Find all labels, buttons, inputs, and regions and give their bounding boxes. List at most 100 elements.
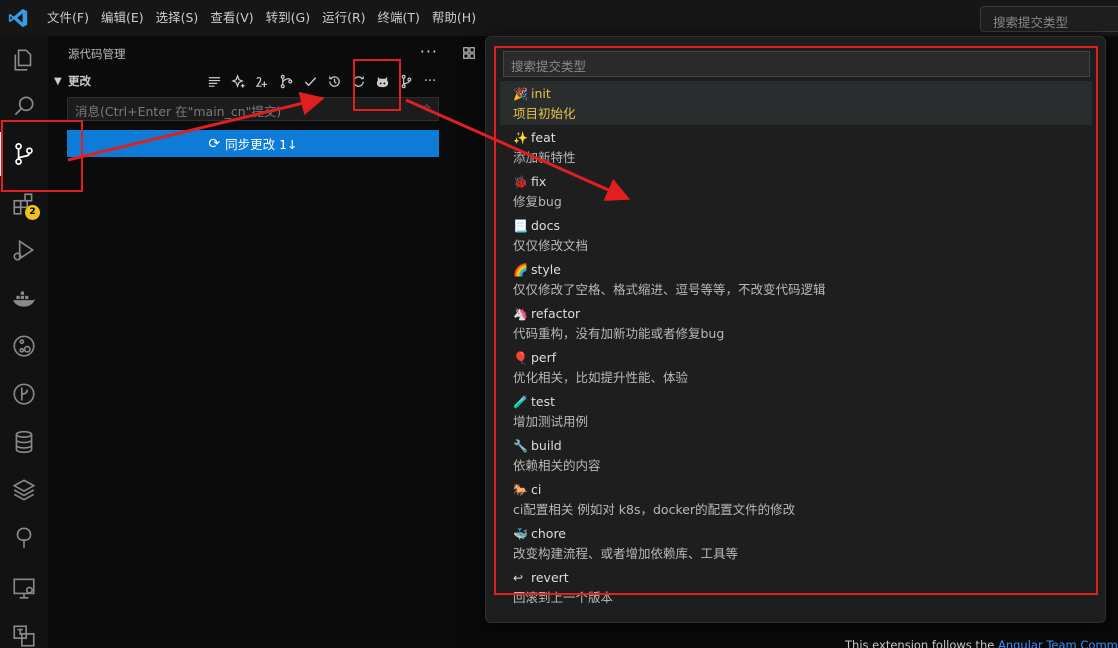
changes-label: 更改 [68, 74, 91, 88]
commit-type-list: 🎉 init 项目初始化 ✨ feat 添加新特性 🐞 fix 修复bug 📃 docs… [500, 81, 1092, 609]
page-icon: 📃 [513, 219, 528, 233]
docker-icon[interactable] [0, 276, 48, 320]
item-description: 添加新特性 [513, 150, 576, 165]
item-label: docs [531, 218, 560, 233]
bug-icon: 🐞 [513, 175, 528, 189]
quick-pick-item-refactor[interactable]: 🦄 refactor 代码重构，没有加新功能或者修复bug [500, 301, 1092, 345]
whale-icon: 🐳 [513, 527, 528, 541]
item-description: 仅仅修改了空格、格式缩进、逗号等等，不改变代码逻辑 [513, 282, 826, 297]
run-debug-icon[interactable] [0, 228, 48, 272]
rainbow-icon: 🌈 [513, 263, 528, 277]
menu-run[interactable]: 运行(R) [316, 0, 371, 36]
quick-pick-item-feat[interactable]: ✨ feat 添加新特性 [500, 125, 1092, 169]
item-label: feat [531, 130, 556, 145]
extensions-badge: 2 [25, 205, 40, 220]
refresh-icon[interactable] [346, 70, 370, 92]
item-label: fix [531, 174, 547, 189]
item-description: 依赖相关的内容 [513, 458, 601, 473]
view-as-list-icon[interactable] [202, 70, 226, 92]
menu-file[interactable]: 文件(F) [41, 0, 95, 36]
item-label: build [531, 438, 562, 453]
quick-pick-item-docs[interactable]: 📃 docs 仅仅修改文档 [500, 213, 1092, 257]
unicorn-icon: 🦄 [513, 307, 528, 321]
quick-pick-item-fix[interactable]: 🐞 fix 修复bug [500, 169, 1092, 213]
activity-bar: 2 [0, 36, 48, 648]
layers-icon[interactable] [0, 468, 48, 512]
item-label: perf [531, 350, 557, 365]
item-description: 优化相关，比如提升性能、体验 [513, 370, 689, 385]
menu-selection[interactable]: 选择(S) [150, 0, 205, 36]
search-icon[interactable] [0, 84, 48, 128]
translate-icon[interactable] [0, 614, 48, 648]
sidebar-title: 源代码管理 [68, 47, 126, 61]
item-description: ci配置相关 例如对 k8s，docker的配置文件的修改 [513, 502, 796, 517]
wrench-icon: 🔧 [513, 439, 528, 453]
database-icon[interactable] [0, 420, 48, 464]
test-tube-icon: 🧪 [513, 395, 528, 409]
vscode-logo-icon [8, 8, 28, 28]
generate-message-icon[interactable]: ✧ [421, 101, 432, 116]
item-label: chore [531, 526, 566, 541]
angular-team-link[interactable]: Angular Team Comm [998, 638, 1118, 648]
commit-type-search-input[interactable]: 搜索提交类型 [503, 51, 1090, 77]
quick-pick-item-revert[interactable]: ↩ revert 回滚到上一个版本 [500, 565, 1092, 609]
quick-pick-item-chore[interactable]: 🐳 chore 改变构建流程、或者增加依赖库、工具等 [500, 521, 1092, 565]
item-label: revert [531, 570, 569, 585]
sync-changes-button[interactable]: ⟳ 同步更改 1↓ [67, 130, 439, 157]
source-control-icon[interactable] [0, 132, 48, 176]
item-description: 项目初始化 [513, 106, 576, 121]
branch-icon[interactable] [394, 70, 418, 92]
chevron-down-icon[interactable]: ▼ [54, 76, 66, 87]
item-description: 增加测试用例 [513, 414, 589, 429]
menu-help[interactable]: 帮助(H) [426, 0, 482, 36]
quick-pick-item-build[interactable]: 🔧 build 依赖相关的内容 [500, 433, 1092, 477]
horse-icon: 🐎 [513, 483, 528, 497]
sync-icon: ⟳ [208, 135, 221, 152]
quick-pick-item-test[interactable]: 🧪 test 增加测试用例 [500, 389, 1092, 433]
git-emoji-icon[interactable] [370, 70, 394, 92]
item-description: 仅仅修改文档 [513, 238, 589, 253]
source-control-sidebar: 源代码管理 ··· ▼ 更改 ··· 消息(Ctrl+Enter 在"main_… [48, 36, 452, 648]
menu-edit[interactable]: 编辑(E) [95, 0, 150, 36]
quick-pick-item-perf[interactable]: 🎈 perf 优化相关，比如提升性能、体验 [500, 345, 1092, 389]
sparkles-icon: ✨ [513, 131, 528, 145]
commit-type-quick-pick: 搜索提交类型 🎉 init 项目初始化 ✨ feat 添加新特性 🐞 fix 修复bu… [485, 36, 1106, 623]
item-description: 改变构建流程、或者增加依赖库、工具等 [513, 546, 739, 561]
command-center-search[interactable]: 搜索提交类型 [980, 6, 1118, 32]
commit-check-icon[interactable] [298, 70, 322, 92]
git-lens-icon[interactable] [0, 372, 48, 416]
command-center-placeholder: 搜索提交类型 [993, 15, 1069, 30]
return-arrow-icon: ↩ [513, 571, 524, 585]
scm-toolbar: ··· [202, 70, 442, 92]
branch-compare-icon[interactable] [274, 70, 298, 92]
item-description: 回滚到上一个版本 [513, 590, 614, 605]
party-icon: 🎉 [513, 87, 528, 101]
item-label: refactor [531, 306, 581, 321]
quick-pick-item-init[interactable]: 🎉 init 项目初始化 [500, 81, 1092, 125]
quick-pick-item-style[interactable]: 🌈 style 仅仅修改了空格、格式缩进、逗号等等，不改变代码逻辑 [500, 257, 1092, 301]
menu-go[interactable]: 转到(G) [260, 0, 316, 36]
menu-terminal[interactable]: 终端(T) [372, 0, 426, 36]
commit-message-placeholder: 消息(Ctrl+Enter 在"main_cn"提交) [75, 104, 282, 119]
menu-view[interactable]: 查看(V) [204, 0, 259, 36]
remote-explorer-icon[interactable] [0, 566, 48, 610]
more-actions-icon[interactable]: ··· [420, 42, 438, 61]
balloon-icon: 🎈 [513, 351, 528, 365]
extension-note-text: This extension follows the [845, 638, 998, 648]
git-graph-icon[interactable] [0, 324, 48, 368]
item-label: style [531, 262, 561, 277]
more-icon[interactable]: ··· [418, 70, 442, 92]
explorer-icon[interactable] [0, 38, 48, 82]
commit-message-input[interactable]: 消息(Ctrl+Enter 在"main_cn"提交) ✧ [67, 97, 439, 121]
commit-ai-icon[interactable] [250, 70, 274, 92]
sparkle-icon[interactable] [226, 70, 250, 92]
tree-icon[interactable] [0, 516, 48, 560]
title-bar: 文件(F) 编辑(E) 选择(S) 查看(V) 转到(G) 运行(R) 终端(T… [0, 0, 1118, 36]
extensions-icon[interactable]: 2 [0, 182, 48, 226]
changes-header[interactable]: ▼ 更改 ··· [48, 70, 452, 92]
preview-tab-icon[interactable] [462, 46, 476, 60]
item-description: 代码重构，没有加新功能或者修复bug [513, 326, 725, 341]
history-icon[interactable] [322, 70, 346, 92]
quick-pick-item-ci[interactable]: 🐎 ci ci配置相关 例如对 k8s，docker的配置文件的修改 [500, 477, 1092, 521]
commit-type-search-placeholder: 搜索提交类型 [511, 59, 587, 74]
